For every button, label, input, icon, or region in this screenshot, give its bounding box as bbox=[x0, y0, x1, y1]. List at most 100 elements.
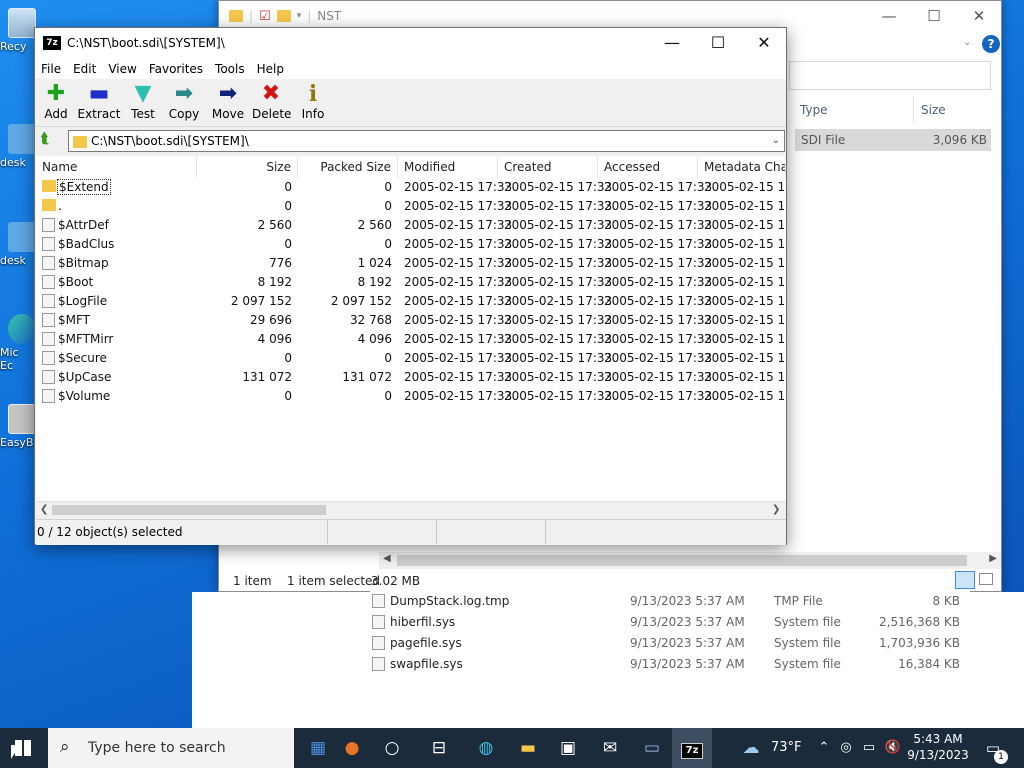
test-button[interactable]: ▼ Test bbox=[128, 81, 158, 121]
horizontal-scrollbar[interactable]: ❮ ❯ bbox=[36, 501, 786, 518]
folder-icon bbox=[229, 10, 243, 22]
extract-button[interactable]: ▬ Extract bbox=[77, 81, 121, 121]
table-row[interactable]: $Bitmap 776 1 024 2005-02-15 17:33 2005-02-1… bbox=[36, 254, 786, 273]
selected-file-row[interactable]: SDI File 3,096 KB bbox=[795, 129, 991, 151]
column-size[interactable]: Size bbox=[197, 156, 298, 178]
desktop-icon-recycle-bin[interactable]: Recy bbox=[0, 8, 36, 53]
remote-app-icon[interactable]: ▭ bbox=[632, 728, 672, 768]
cell-created: 2005-02-15 17:33 bbox=[504, 370, 613, 384]
task-view-icon[interactable]: ○ bbox=[372, 728, 412, 768]
column-modified[interactable]: Modified bbox=[398, 156, 498, 178]
scroll-right-icon[interactable]: ▶ bbox=[989, 553, 997, 564]
edge-icon[interactable]: ◍ bbox=[464, 728, 508, 768]
scroll-right-icon[interactable]: ❯ bbox=[772, 504, 780, 515]
chevron-down-icon[interactable]: ▾ bbox=[297, 11, 302, 21]
column-name[interactable]: Name bbox=[36, 156, 197, 178]
desktop-icon-label: desk bbox=[0, 156, 26, 169]
large-icons-view-icon[interactable] bbox=[979, 573, 993, 585]
menu-favorites[interactable]: Favorites bbox=[143, 62, 209, 76]
info-button[interactable]: i Info bbox=[300, 81, 326, 121]
new-folder-icon[interactable] bbox=[276, 10, 291, 22]
menu-tools[interactable]: Tools bbox=[209, 62, 251, 76]
volume-muted-icon[interactable]: 🔇 bbox=[882, 728, 904, 768]
column-metadata-changed[interactable]: Metadata Cha... bbox=[698, 156, 786, 178]
table-row[interactable]: $AttrDef 2 560 2 560 2005-02-15 17:33 2005-0… bbox=[36, 216, 786, 235]
table-row[interactable]: $Boot 8 192 8 192 2005-02-15 17:33 2005-02-1… bbox=[36, 273, 786, 292]
scroll-left-icon[interactable]: ◀ bbox=[383, 553, 391, 564]
path-input[interactable]: C:\NST\boot.sdi\[SYSTEM]\ ⌄ bbox=[68, 130, 785, 152]
basketball-icon[interactable]: ● bbox=[334, 728, 370, 768]
network-icon[interactable]: ▭ bbox=[858, 728, 880, 768]
explorer-title: NST bbox=[317, 9, 342, 23]
cell-packed: 0 bbox=[384, 351, 392, 365]
menu-help[interactable]: Help bbox=[251, 62, 290, 76]
table-row[interactable]: $MFTMirr 4 096 4 096 2005-02-15 17:33 2005-0… bbox=[36, 330, 786, 349]
table-row[interactable]: $Volume 0 0 2005-02-15 17:33 2005-02-15 17:3… bbox=[36, 387, 786, 406]
chevron-down-icon[interactable]: ⌄ bbox=[772, 131, 780, 151]
add-button[interactable]: ✚ Add bbox=[41, 81, 71, 121]
column-type[interactable]: Type bbox=[800, 103, 828, 117]
menu-edit[interactable]: Edit bbox=[67, 62, 102, 76]
move-button[interactable]: ➡ Move bbox=[210, 81, 246, 121]
search-box[interactable] bbox=[789, 61, 991, 90]
store-icon[interactable]: ▣ bbox=[548, 728, 588, 768]
flowchart-app-icon[interactable]: ▦ bbox=[298, 728, 338, 768]
menu-view[interactable]: View bbox=[102, 62, 142, 76]
search-box[interactable]: ⌕ Type here to search bbox=[48, 728, 294, 768]
table-row[interactable]: $UpCase 131 072 131 072 2005-02-15 17:33 200… bbox=[36, 368, 786, 387]
cell-packed: 1 024 bbox=[357, 256, 392, 270]
mail-icon[interactable]: ✉ bbox=[590, 728, 630, 768]
scrollbar-thumb[interactable] bbox=[397, 555, 967, 566]
table-row[interactable]: $LogFile 2 097 152 2 097 152 2005-02-15 17:… bbox=[36, 292, 786, 311]
table-row[interactable]: $Extend 0 0 2005-02-15 17:33 2005-02-15 17:3… bbox=[36, 178, 786, 197]
column-packed-size[interactable]: Packed Size bbox=[298, 156, 398, 178]
weather-icon[interactable]: ☁ bbox=[736, 728, 766, 768]
desktop-icon-easybcd[interactable]: EasyB bbox=[0, 404, 36, 449]
column-created[interactable]: Created bbox=[498, 156, 598, 178]
table-row[interactable]: $BadClus 0 0 2005-02-15 17:33 2005-02-15 17:… bbox=[36, 235, 786, 254]
properties-icon[interactable]: ☑ bbox=[259, 9, 271, 24]
column-size[interactable]: Size bbox=[921, 103, 946, 117]
file-type: SDI File bbox=[801, 133, 846, 147]
expand-ribbon-icon[interactable]: ⌄ bbox=[963, 37, 971, 48]
cell-accessed: 2005-02-15 17:33 bbox=[604, 180, 713, 194]
start-button[interactable] bbox=[0, 728, 46, 768]
menu-file[interactable]: File bbox=[35, 62, 67, 76]
desktop-icon-desk-1[interactable]: desk bbox=[0, 124, 36, 169]
maximize-button[interactable]: ☐ bbox=[695, 28, 741, 58]
minimize-button[interactable]: — bbox=[649, 28, 695, 58]
explorer-horizontal-scrollbar[interactable]: ◀ ▶ bbox=[379, 552, 1001, 569]
table-row[interactable]: $MFT 29 696 32 768 2005-02-15 17:33 2005-02-… bbox=[36, 311, 786, 330]
desktop-icon-edge[interactable]: Mic Ec bbox=[0, 314, 36, 372]
help-icon[interactable]: ? bbox=[982, 35, 1000, 53]
list-item[interactable]: pagefile.sys 9/13/2023 5:37 AM System fi… bbox=[370, 633, 970, 654]
close-button[interactable]: ✕ bbox=[956, 1, 1002, 31]
details-view-icon[interactable] bbox=[955, 571, 975, 589]
widgets-icon[interactable]: ⊟ bbox=[418, 728, 460, 768]
weather-temperature[interactable]: 73°F bbox=[771, 740, 802, 755]
file-explorer-icon[interactable]: ▬ bbox=[508, 728, 548, 768]
column-accessed[interactable]: Accessed bbox=[598, 156, 698, 178]
selection-size: 3.02 MB bbox=[371, 574, 421, 588]
scrollbar-thumb[interactable] bbox=[52, 505, 326, 515]
meet-now-icon[interactable]: ◎ bbox=[836, 728, 856, 768]
maximize-button[interactable]: ☐ bbox=[911, 1, 957, 31]
cell-packed: 0 bbox=[384, 237, 392, 251]
clock[interactable]: 5:43 AM 9/13/2023 bbox=[906, 731, 970, 763]
table-row[interactable]: $Secure 0 0 2005-02-15 17:33 2005-02-15 17:3… bbox=[36, 349, 786, 368]
close-button[interactable]: ✕ bbox=[741, 28, 787, 58]
7zip-taskbar-button[interactable]: 7z bbox=[672, 728, 712, 768]
minimize-button[interactable]: — bbox=[866, 1, 912, 31]
list-item[interactable]: hiberfil.sys 9/13/2023 5:37 AM System fi… bbox=[370, 612, 970, 633]
list-item[interactable]: swapfile.sys 9/13/2023 5:37 AM System fi… bbox=[370, 654, 970, 675]
delete-button[interactable]: ✖ Delete bbox=[252, 81, 291, 121]
desktop-icon-desk-2[interactable]: desk bbox=[0, 222, 36, 267]
table-row[interactable]: . 0 0 2005-02-15 17:33 2005-02-15 17:33 2005-… bbox=[36, 197, 786, 216]
chevron-up-icon[interactable]: ⌃ bbox=[814, 728, 834, 768]
cell-meta: 2005-02-15 17:3 bbox=[704, 256, 786, 270]
up-folder-icon[interactable]: ⮬ bbox=[41, 131, 49, 147]
copy-button[interactable]: ➡ Copy bbox=[168, 81, 200, 121]
scroll-left-icon[interactable]: ❮ bbox=[40, 504, 48, 515]
list-item[interactable]: DumpStack.log.tmp 9/13/2023 5:37 AM TMP … bbox=[370, 591, 970, 612]
cell-size: 29 696 bbox=[250, 313, 292, 327]
